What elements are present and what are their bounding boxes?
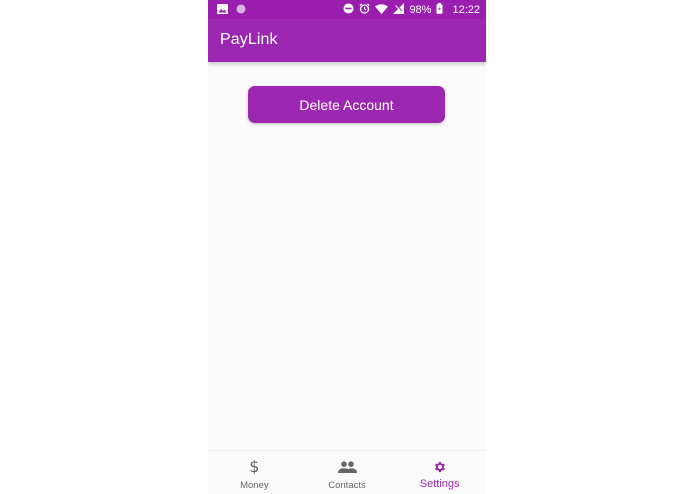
nav-item-contacts[interactable]: Contacts — [301, 451, 394, 494]
battery-icon — [436, 3, 443, 17]
nav-item-settings[interactable]: Settings — [393, 451, 486, 494]
gear-icon — [433, 459, 447, 475]
nav-label-contacts: Contacts — [328, 480, 366, 491]
clock: 12:22 — [452, 3, 480, 16]
app-bar: PayLink — [208, 19, 486, 62]
wifi-icon — [375, 3, 389, 17]
image-icon — [217, 4, 228, 17]
nav-label-money: Money — [240, 480, 269, 491]
nav-label-settings: Settings — [419, 478, 460, 490]
circle-app-icon — [236, 4, 246, 17]
dollar-icon: $ — [249, 457, 260, 476]
do-not-disturb-icon — [343, 3, 354, 17]
bottom-navigation: $ Money Contacts Settings — [208, 450, 486, 494]
delete-account-button[interactable]: Delete Account — [248, 86, 445, 123]
phone-screen: 98% 12:22 PayLink Delete Account $ Money — [208, 0, 486, 494]
page-title: PayLink — [220, 31, 278, 48]
alarm-icon — [359, 3, 371, 17]
battery-percent: 98% — [409, 3, 432, 16]
people-icon — [337, 459, 357, 475]
no-signal-icon — [393, 3, 405, 17]
status-bar: 98% 12:22 — [208, 0, 486, 19]
nav-item-money[interactable]: $ Money — [208, 451, 301, 494]
settings-content: Delete Account — [208, 62, 486, 450]
